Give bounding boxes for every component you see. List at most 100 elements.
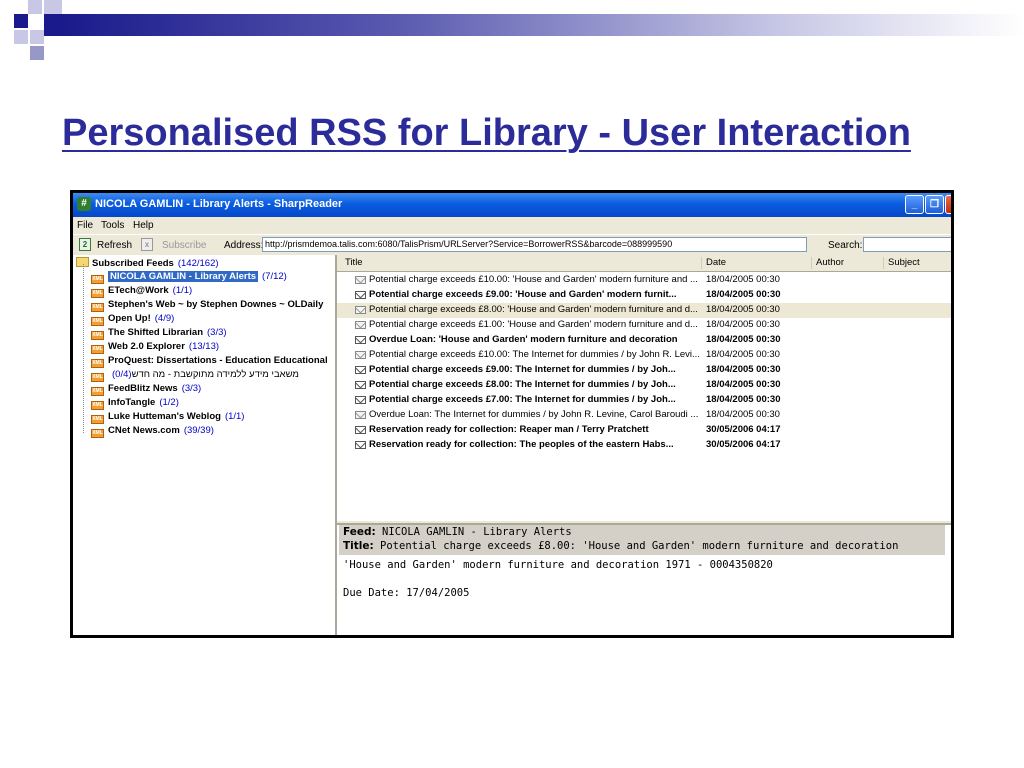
feed-label: Luke Hutteman's Weblog xyxy=(108,411,221,422)
sharpreader-window: # NICOLA GAMLIN - Library Alerts - Sharp… xyxy=(70,190,954,638)
feed-label: Stephen's Web ~ by Stephen Downes ~ OLDa… xyxy=(108,299,324,310)
refresh-button[interactable]: Refresh xyxy=(97,240,132,251)
column-subject[interactable]: Subject xyxy=(883,257,920,269)
feed-count: (13/13) xyxy=(188,341,220,352)
xml-feed-icon: XML xyxy=(91,303,104,312)
list-item[interactable]: Potential charge exceeds £8.00: 'House a… xyxy=(337,303,951,318)
xml-feed-icon: XML xyxy=(91,275,104,284)
list-item[interactable]: Potential charge exceeds £10.00: The Int… xyxy=(337,348,951,363)
feed-item[interactable]: XML CNet News.com (39/39) xyxy=(91,425,214,439)
feed-label: Web 2.0 Explorer xyxy=(108,341,185,352)
feed-count: (4/9) xyxy=(154,313,175,324)
xml-feed-icon: XML xyxy=(91,415,104,424)
item-title: Reservation ready for collection: The pe… xyxy=(369,439,674,450)
feed-item[interactable]: XML Stephen's Web ~ by Stephen Downes ~ O… xyxy=(91,299,327,313)
search-input[interactable] xyxy=(863,237,951,252)
preview-body-line: 'House and Garden' modern furniture and … xyxy=(343,559,773,571)
column-title[interactable]: Title xyxy=(341,257,363,269)
item-date: 18/04/2005 00:30 xyxy=(706,304,780,315)
address-label: Address: xyxy=(224,240,264,251)
xml-feed-icon: XML xyxy=(91,345,104,354)
item-title: Potential charge exceeds £10.00: 'House … xyxy=(369,274,698,285)
decor-square xyxy=(14,14,28,28)
feed-label: The Shifted Librarian xyxy=(108,327,204,338)
item-date: 18/04/2005 00:30 xyxy=(706,334,781,345)
item-title: Potential charge exceeds £10.00: The Int… xyxy=(369,349,700,360)
preview-feed-label: Feed: xyxy=(343,526,376,538)
item-title: Overdue Loan: The Internet for dummies /… xyxy=(369,409,699,420)
item-title: Overdue Loan: 'House and Garden' modern … xyxy=(369,334,678,345)
feed-item[interactable]: XML FeedBlitz News (3/3) xyxy=(91,383,201,397)
preview-title-label: Title: xyxy=(343,540,374,552)
tree-root-label: Subscribed Feeds xyxy=(92,258,174,269)
feed-label: NICOLA GAMLIN - Library Alerts xyxy=(108,271,259,282)
menu-file[interactable]: File xyxy=(77,220,93,231)
item-title: Potential charge exceeds £8.00: The Inte… xyxy=(369,379,676,390)
item-title: Potential charge exceeds £1.00: 'House a… xyxy=(369,319,698,330)
subscribe-button[interactable]: Subscribe xyxy=(162,240,206,251)
decor-square xyxy=(44,14,62,36)
list-item[interactable]: Overdue Loan: 'House and Garden' modern … xyxy=(337,333,951,348)
list-item[interactable]: Potential charge exceeds £1.00: 'House a… xyxy=(337,318,951,333)
feed-label: משאבי מידע ללמידה מתוקשבת - מה חדש xyxy=(131,369,299,380)
feed-tree: Subscribed Feeds (142/162) XML NICOLA GAML… xyxy=(73,255,337,635)
preview-pane: Feed: NICOLA GAMLIN - Library Alerts Tit… xyxy=(337,523,951,635)
list-item[interactable]: Reservation ready for collection: The pe… xyxy=(337,438,951,453)
window-titlebar[interactable]: # NICOLA GAMLIN - Library Alerts - Sharp… xyxy=(73,193,951,217)
menu-help[interactable]: Help xyxy=(133,220,154,231)
menu-tools[interactable]: Tools xyxy=(101,220,124,231)
list-item[interactable]: Potential charge exceeds £7.00: The Inte… xyxy=(337,393,951,408)
refresh-icon[interactable]: 2 xyxy=(79,238,91,251)
item-title: Potential charge exceeds £9.00: 'House a… xyxy=(369,289,677,300)
feed-item[interactable]: XML NICOLA GAMLIN - Library Alerts (7/12) xyxy=(91,271,287,285)
preview-title-line: Title: Potential charge exceeds £8.00: '… xyxy=(343,540,898,552)
preview-feed-value: NICOLA GAMLIN - Library Alerts xyxy=(382,526,572,538)
feed-item[interactable]: XML ProQuest: Dissertations - Education E… xyxy=(91,355,332,369)
tree-root-count: (142/162) xyxy=(177,258,219,269)
list-item[interactable]: Potential charge exceeds £8.00: The Inte… xyxy=(337,378,951,393)
feed-item[interactable]: XML Luke Hutteman's Weblog (1/1) xyxy=(91,411,244,425)
xml-feed-icon: XML xyxy=(91,289,104,298)
item-date: 30/05/2006 04:17 xyxy=(706,424,781,435)
feed-label: InfoTangle xyxy=(108,397,156,408)
decor-square xyxy=(30,30,44,44)
feed-item[interactable]: XML ETech@Work (1/1) xyxy=(91,285,192,299)
list-item[interactable]: Potential charge exceeds £9.00: The Inte… xyxy=(337,363,951,378)
item-date: 18/04/2005 00:30 xyxy=(706,289,781,300)
sharpreader-icon: # xyxy=(77,197,91,211)
decor-square xyxy=(44,0,62,14)
item-date: 18/04/2005 00:30 xyxy=(706,349,780,360)
list-item[interactable]: Overdue Loan: The Internet for dummies /… xyxy=(337,408,951,423)
feed-label: ETech@Work xyxy=(108,285,169,296)
item-title: Potential charge exceeds £8.00: 'House a… xyxy=(369,304,698,315)
decor-square xyxy=(14,30,28,44)
rss-icon[interactable]: x xyxy=(141,238,153,251)
column-date[interactable]: Date xyxy=(701,257,726,269)
feed-count: (39/39) xyxy=(183,425,214,436)
list-header: Title Date Author Subject xyxy=(337,255,951,272)
slide-title: Personalised RSS for Library - User Inte… xyxy=(62,112,911,154)
preview-due-date: Due Date: 17/04/2005 xyxy=(343,587,470,599)
minimize-button[interactable]: _ xyxy=(905,195,924,214)
feed-item[interactable]: XML InfoTangle (1/2) xyxy=(91,397,179,411)
feed-item[interactable]: XML The Shifted Librarian (3/3) xyxy=(91,327,227,341)
xml-feed-icon: XML xyxy=(91,387,104,396)
menu-bar: File Tools Help xyxy=(73,217,951,233)
address-input[interactable]: http://prismdemoa.talis.com:6080/TalisPr… xyxy=(262,237,807,252)
tree-root-subscribed-feeds[interactable]: Subscribed Feeds (142/162) xyxy=(76,257,219,271)
close-button[interactable]: × xyxy=(945,195,951,214)
feed-item[interactable]: XML Open Up! (4/9) xyxy=(91,313,174,327)
item-date: 18/04/2005 00:30 xyxy=(706,319,780,330)
feed-item[interactable]: XML משאבי מידע ללמידה מתוקשבת - מה חדש(0/… xyxy=(91,369,299,383)
list-item[interactable]: Reservation ready for collection: Reaper… xyxy=(337,423,951,438)
item-list: Title Date Author Subject Potential char… xyxy=(337,255,951,521)
feed-item[interactable]: XML Web 2.0 Explorer (13/13) xyxy=(91,341,219,355)
column-author[interactable]: Author xyxy=(811,257,844,269)
feed-label: CNet News.com xyxy=(108,425,180,436)
restore-button[interactable]: ❐ xyxy=(925,195,944,214)
window-title: NICOLA GAMLIN - Library Alerts - SharpRe… xyxy=(95,198,343,210)
list-item[interactable]: Potential charge exceeds £10.00: 'House … xyxy=(337,273,951,288)
xml-feed-icon: XML xyxy=(91,331,104,340)
item-date: 18/04/2005 00:30 xyxy=(706,394,781,405)
list-item[interactable]: Potential charge exceeds £9.00: 'House a… xyxy=(337,288,951,303)
